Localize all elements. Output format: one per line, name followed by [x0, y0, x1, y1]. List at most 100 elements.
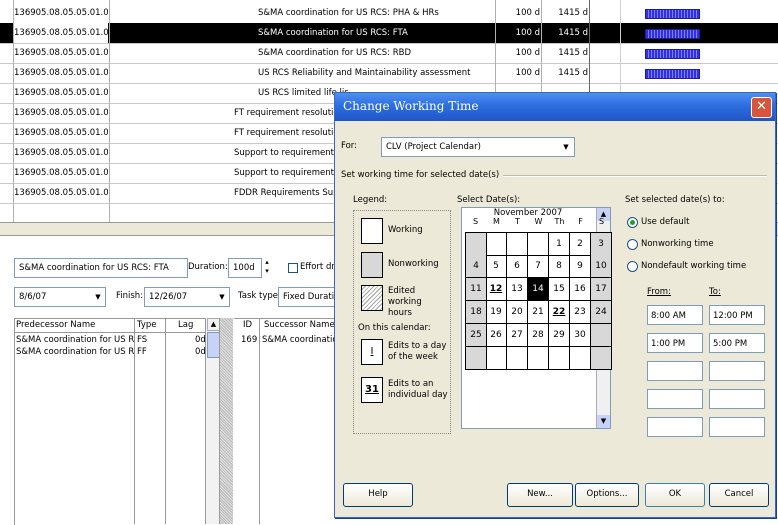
new-button[interactable]: New... — [507, 483, 573, 507]
to-time-input[interactable] — [709, 389, 765, 409]
calendar-day[interactable]: 7 — [528, 255, 549, 278]
work-cell[interactable]: 1415 d — [542, 3, 588, 23]
chevron-down-icon[interactable]: ▼ — [559, 139, 573, 155]
wbs-cell[interactable]: 136905.08.05.05.01.08 — [14, 83, 108, 103]
calendar-day[interactable]: 21 — [528, 301, 549, 324]
calendar-day[interactable]: 5 — [486, 255, 507, 278]
to-time-input[interactable] — [709, 417, 765, 437]
calendar-day[interactable]: 3 — [591, 232, 612, 256]
work-cell[interactable]: 1415 d — [542, 43, 588, 63]
calendar-day[interactable] — [465, 232, 487, 256]
pred-type[interactable]: FF — [137, 347, 147, 357]
calendar-day[interactable] — [570, 347, 591, 370]
calendar-day[interactable] — [507, 347, 528, 370]
calendar-day[interactable]: 8 — [549, 255, 570, 278]
nondefault-label[interactable]: Nondefault working time — [641, 261, 746, 271]
calendar-day[interactable]: 25 — [465, 324, 487, 347]
duration-cell[interactable]: 100 d — [496, 3, 540, 23]
calendar-day[interactable]: 24 — [591, 301, 612, 324]
finish-field[interactable]: 12/26/07 ▼ — [144, 287, 230, 307]
ok-button[interactable]: OK — [645, 483, 705, 507]
task-name-field[interactable]: S&MA coordination for US RCS: FTA — [14, 258, 188, 278]
calendar-day[interactable] — [486, 232, 507, 256]
calendar-day[interactable]: 26 — [486, 324, 507, 347]
from-time-input[interactable]: 1:00 PM — [647, 333, 703, 353]
calendar-day[interactable]: 6 — [507, 255, 528, 278]
help-button[interactable]: Help — [343, 483, 413, 507]
from-time-input[interactable]: 8:00 AM — [647, 305, 703, 325]
dialog-titlebar[interactable]: Change Working Time ✕ — [335, 93, 775, 121]
cancel-button[interactable]: Cancel — [709, 483, 769, 507]
calendar-day[interactable]: 20 — [507, 301, 528, 324]
calendar-day[interactable]: 23 — [570, 301, 591, 324]
start-field[interactable]: 8/6/07 ▼ — [14, 287, 106, 307]
from-time-input[interactable] — [647, 389, 703, 409]
calendar-day[interactable]: 16 — [570, 278, 591, 301]
calendar-day[interactable]: 30 — [570, 324, 591, 347]
wbs-cell[interactable]: 136905.08.05.05.01.08 — [14, 103, 108, 123]
pred-name[interactable]: S&MA coordination for US RCS — [16, 335, 134, 345]
calendar-day[interactable] — [591, 347, 612, 370]
from-time-input[interactable] — [647, 361, 703, 381]
calendar-day[interactable]: 13 — [507, 278, 528, 301]
calendar-day[interactable]: 9 — [570, 255, 591, 278]
scroll-down-icon[interactable]: ▼ — [597, 415, 610, 428]
duration-cell[interactable]: 100 d — [496, 43, 540, 63]
duration-cell[interactable]: 100 d — [496, 63, 540, 83]
to-time-input[interactable]: 12:00 PM — [709, 305, 765, 325]
calendar-day[interactable]: 11 — [465, 278, 487, 301]
use-default-label[interactable]: Use default — [641, 217, 690, 227]
to-time-input[interactable]: 5:00 PM — [709, 333, 765, 353]
calendar-day[interactable]: 19 — [486, 301, 507, 324]
calendar-day[interactable]: 17 — [591, 278, 612, 301]
options-button[interactable]: Options... — [575, 483, 639, 507]
calendar-day[interactable]: 29 — [549, 324, 570, 347]
wbs-cell[interactable]: 136905.08.05.05.01.08 — [14, 23, 108, 43]
calendar-day[interactable]: 12 — [486, 278, 507, 301]
duration-field[interactable]: 100d — [228, 258, 262, 278]
calendar-day[interactable]: 4 — [465, 255, 487, 278]
gantt-bar[interactable] — [645, 9, 700, 19]
wbs-cell[interactable]: 136905.08.05.05.01.08 — [14, 183, 108, 203]
calendar-day[interactable] — [528, 232, 549, 256]
calendar-day[interactable] — [591, 324, 612, 347]
calendar-day[interactable] — [486, 347, 507, 370]
wbs-cell[interactable]: 136905.08.05.05.01.08 — [14, 143, 108, 163]
calendar-day[interactable] — [465, 347, 487, 370]
calendar-day[interactable]: 27 — [507, 324, 528, 347]
calendar-day[interactable] — [549, 347, 570, 370]
pred-type[interactable]: FS — [137, 335, 147, 345]
calendar-day[interactable]: 1 — [549, 232, 570, 256]
gantt-bar[interactable] — [645, 29, 700, 39]
nondefault-radio[interactable] — [627, 261, 638, 272]
calendar-day[interactable]: 18 — [465, 301, 487, 324]
pred-scrollbar[interactable]: ▲ — [205, 318, 220, 524]
nonworking-radio[interactable] — [627, 239, 638, 250]
wbs-cell[interactable]: 136905.08.05.05.01.08 — [14, 63, 108, 83]
calendar-day[interactable]: 22 — [549, 301, 570, 324]
pred-name[interactable]: S&MA coordination for US RCS — [16, 347, 134, 357]
use-default-radio[interactable] — [627, 217, 638, 228]
duration-cell[interactable]: 100 d — [496, 23, 540, 43]
pane-splitter[interactable] — [219, 318, 233, 524]
from-time-input[interactable] — [647, 417, 703, 437]
wbs-cell[interactable]: 136905.08.05.05.01.08 — [14, 163, 108, 183]
chevron-down-icon[interactable]: ▼ — [92, 289, 104, 305]
calendar-day[interactable] — [528, 347, 549, 370]
task-type-field[interactable]: Fixed Duratio — [278, 287, 339, 307]
calendar-select[interactable]: CLV (Project Calendar) ▼ — [381, 137, 575, 157]
effort-checkbox[interactable] — [288, 263, 298, 273]
chevron-down-icon[interactable]: ▼ — [216, 289, 228, 305]
calendar-day[interactable]: 14 — [528, 278, 549, 301]
calendar-day[interactable] — [507, 232, 528, 256]
work-cell[interactable]: 1415 d — [542, 23, 588, 43]
wbs-cell[interactable]: 136905.08.05.05.01.08 — [14, 123, 108, 143]
gantt-bar[interactable] — [645, 69, 700, 79]
work-cell[interactable]: 1415 d — [542, 63, 588, 83]
calendar-day[interactable]: 10 — [591, 255, 612, 278]
calendar-day[interactable]: 2 — [570, 232, 591, 256]
nonworking-label[interactable]: Nonworking time — [641, 239, 714, 249]
succ-id[interactable]: 169 — [241, 335, 257, 345]
wbs-cell[interactable]: 136905.08.05.05.01.08 — [14, 43, 108, 63]
to-time-input[interactable] — [709, 361, 765, 381]
